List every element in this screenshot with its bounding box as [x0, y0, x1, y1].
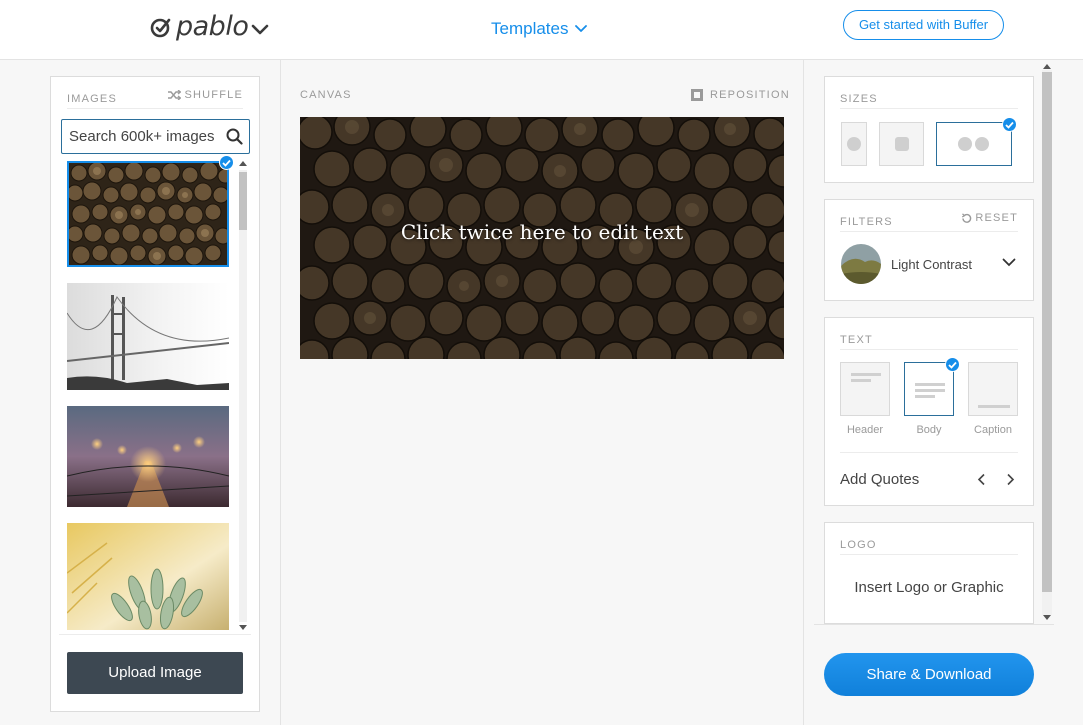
design-canvas[interactable]: Click twice here to edit text — [300, 117, 784, 359]
divider — [803, 60, 804, 725]
selected-check-icon — [945, 357, 960, 372]
filter-name[interactable]: Light Contrast — [891, 257, 972, 272]
reposition-label: REPOSITION — [710, 89, 790, 101]
filters-header: FILTERS RESET — [840, 212, 1018, 232]
size-pinterest[interactable] — [841, 122, 867, 166]
insert-logo-button[interactable]: Insert Logo or Graphic — [825, 579, 1033, 596]
plant-image — [67, 523, 229, 630]
logo-card: LOGO Insert Logo or Graphic — [824, 522, 1034, 624]
add-quotes-label: Add Quotes — [840, 471, 920, 488]
divider — [814, 624, 1054, 625]
image-thumbnail[interactable] — [67, 161, 229, 267]
shuffle-icon — [168, 90, 182, 100]
selected-check-icon — [219, 155, 234, 170]
scroll-up-icon[interactable] — [1043, 64, 1051, 69]
scroll-down-icon[interactable] — [239, 625, 247, 630]
scroll-thumb[interactable] — [1042, 72, 1052, 592]
chevron-down-icon — [252, 24, 269, 35]
divider — [59, 634, 251, 635]
image-results-list — [67, 161, 253, 635]
pinterest-icon — [847, 137, 861, 151]
templates-label: Templates — [491, 19, 569, 38]
divider — [280, 60, 281, 725]
canvas-title: CANVAS — [300, 89, 352, 101]
search-input[interactable] — [69, 128, 224, 145]
images-title: IMAGES — [67, 93, 117, 105]
text-style-caption[interactable] — [968, 362, 1018, 416]
canvas-text[interactable]: Click twice here to edit text — [300, 220, 784, 244]
images-panel-header: IMAGES SHUFFLE — [67, 89, 243, 109]
logo-title: LOGO — [840, 539, 877, 551]
text-header: TEXT — [840, 330, 1018, 350]
text-card: TEXT Header Body Caption Add Quotes — [824, 317, 1034, 506]
reset-icon — [962, 212, 972, 223]
sizes-card: SIZES — [824, 76, 1034, 183]
instagram-icon — [895, 137, 909, 151]
image-thumbnail[interactable] — [67, 523, 229, 630]
logo-text: pablo — [176, 11, 249, 42]
text-style-label: Body — [916, 424, 942, 436]
selected-check-icon — [1002, 117, 1017, 132]
reposition-button[interactable]: REPOSITION — [691, 89, 790, 101]
images-panel: IMAGES SHUFFLE Search 600k+ images Uploa… — [50, 76, 260, 712]
scroll-down-icon[interactable] — [1043, 615, 1051, 620]
text-style-header[interactable] — [840, 362, 890, 416]
text-style-body[interactable] — [904, 362, 954, 416]
pablo-logo[interactable]: pablo — [150, 12, 270, 42]
scroll-thumb[interactable] — [239, 172, 247, 230]
road-image — [67, 406, 229, 507]
size-instagram[interactable] — [879, 122, 924, 166]
shuffle-label: SHUFFLE — [184, 89, 243, 101]
search-icon[interactable] — [226, 128, 243, 145]
next-quote-icon[interactable] — [1006, 473, 1015, 486]
shuffle-button[interactable]: SHUFFLE — [168, 89, 243, 101]
templates-dropdown[interactable]: Templates — [491, 19, 588, 39]
twitter-icon — [975, 137, 989, 151]
get-started-button[interactable]: Get started with Buffer — [843, 10, 1004, 40]
pablo-logo-icon — [150, 18, 171, 38]
divider — [840, 452, 1018, 453]
upload-image-button[interactable]: Upload Image — [67, 652, 243, 694]
app-header: pablo Templates Get started with Buffer — [0, 0, 1083, 60]
image-thumbnail[interactable] — [67, 283, 229, 390]
scroll-track[interactable] — [239, 170, 247, 622]
image-thumbnail[interactable] — [67, 406, 229, 507]
text-title: TEXT — [840, 334, 873, 346]
text-style-label: Header — [846, 424, 884, 436]
logs-image — [69, 163, 227, 265]
sizes-header: SIZES — [840, 89, 1018, 109]
sizes-title: SIZES — [840, 93, 878, 105]
filters-card: FILTERS RESET Light Contrast — [824, 199, 1034, 301]
filters-title: FILTERS — [840, 216, 893, 228]
share-download-button[interactable]: Share & Download — [824, 653, 1034, 696]
reset-label: RESET — [975, 212, 1018, 224]
reposition-icon — [691, 89, 703, 101]
bridge-image — [67, 283, 229, 390]
settings-scrollbar[interactable] — [1040, 60, 1054, 625]
logo-header: LOGO — [840, 535, 1018, 555]
image-search — [61, 119, 250, 154]
settings-panel: SIZES FILTERS RESET Light Contrast TEXT … — [812, 60, 1083, 725]
chevron-down-icon — [575, 25, 588, 32]
text-style-label: Caption — [974, 424, 1012, 436]
images-scrollbar[interactable] — [236, 158, 250, 634]
size-facebook-twitter[interactable] — [936, 122, 1012, 166]
chevron-down-icon[interactable] — [1002, 258, 1016, 267]
facebook-icon — [958, 137, 972, 151]
previous-quote-icon[interactable] — [977, 473, 986, 486]
scroll-up-icon[interactable] — [239, 161, 247, 166]
reset-filter-button[interactable]: RESET — [961, 212, 1018, 224]
filter-preview — [841, 244, 881, 284]
